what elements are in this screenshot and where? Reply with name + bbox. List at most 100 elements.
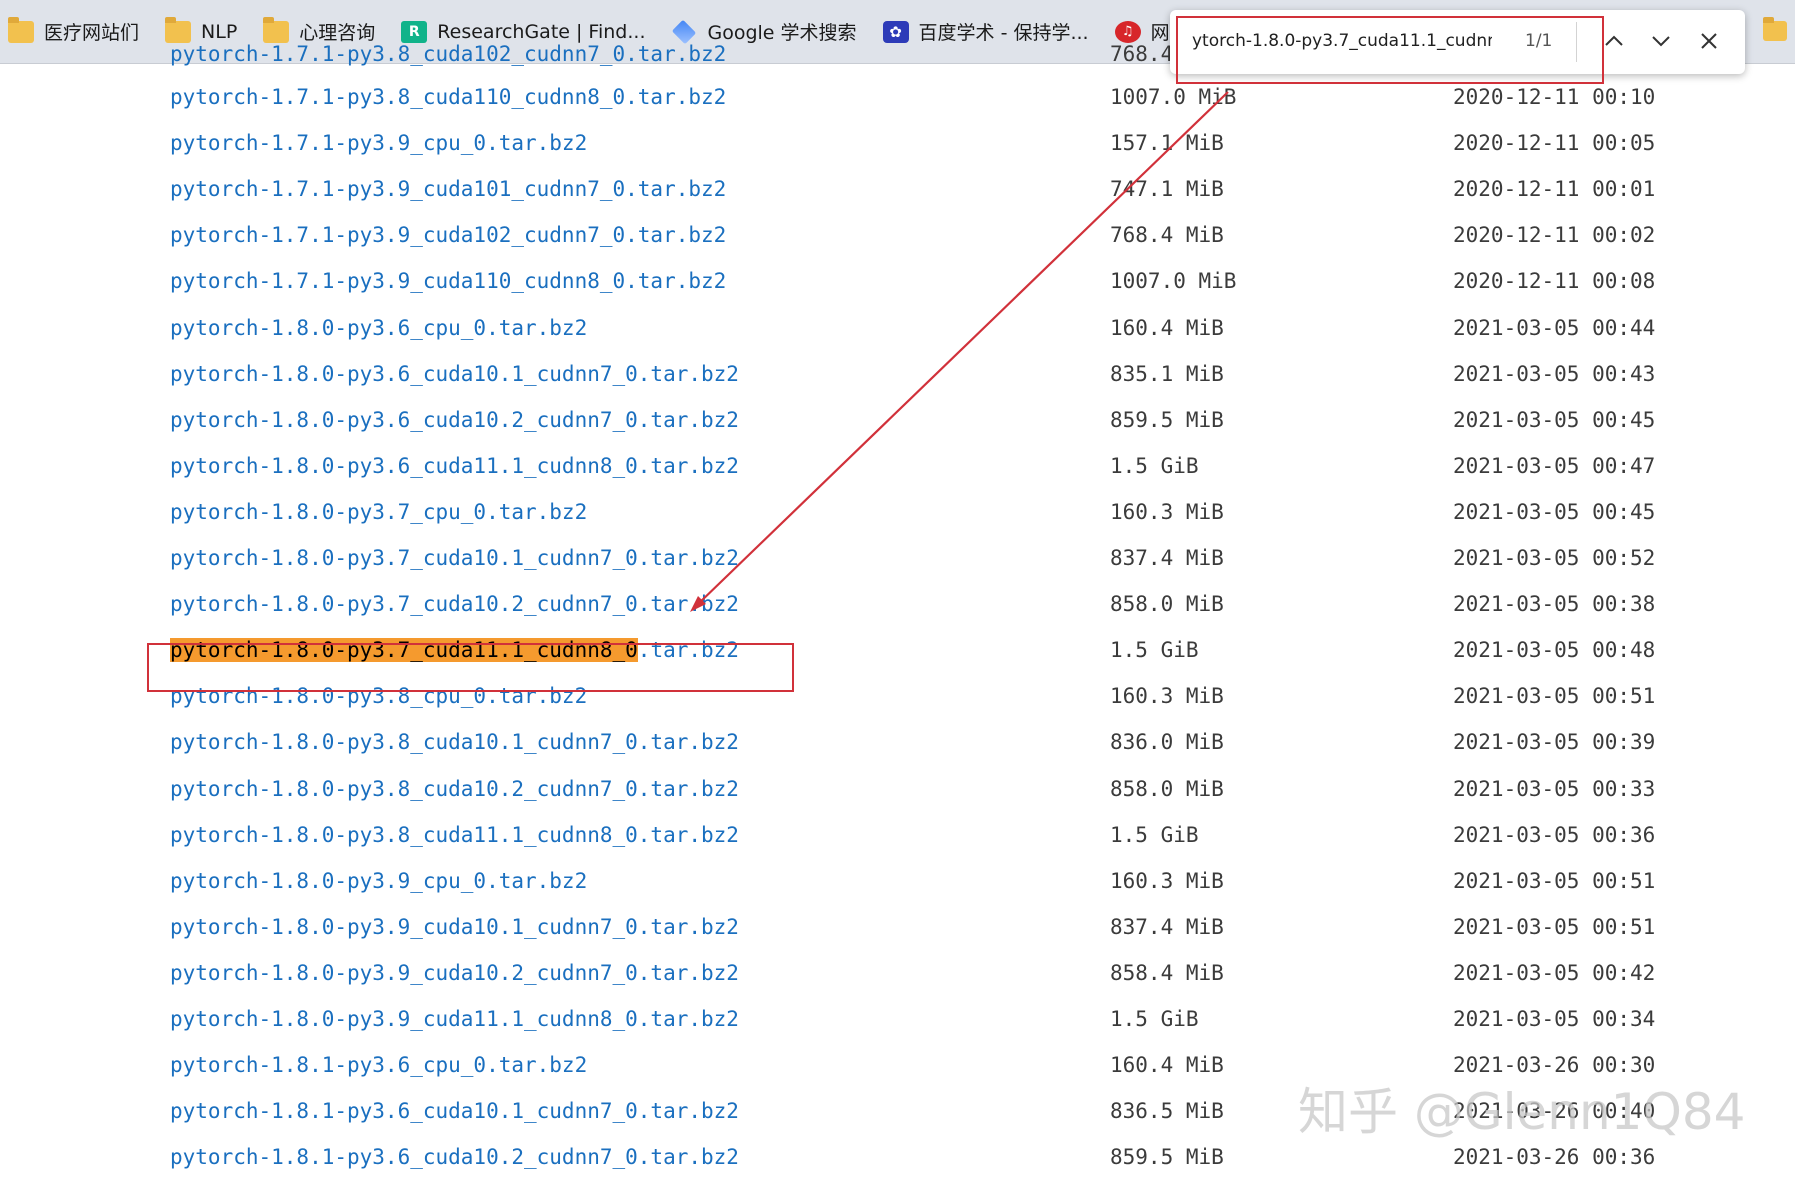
bookmark-counseling[interactable]: 心理咨询 bbox=[263, 18, 375, 45]
file-date: 2021-03-05 00:39 bbox=[1453, 730, 1655, 754]
file-link[interactable]: pytorch-1.8.0-py3.7_cuda10.2_cudnn7_0.ta… bbox=[170, 592, 739, 616]
file-link[interactable]: pytorch-1.7.1-py3.8_cuda102_cudnn7_0.tar… bbox=[170, 42, 726, 66]
file-link[interactable]: pytorch-1.8.0-py3.6_cpu_0.tar.bz2 bbox=[170, 316, 587, 340]
file-link[interactable]: pytorch-1.7.1-py3.9_cuda102_cudnn7_0.tar… bbox=[170, 223, 726, 247]
file-date: 2021-03-05 00:52 bbox=[1453, 546, 1655, 570]
google-scholar-icon bbox=[672, 19, 696, 43]
table-row: pytorch-1.8.0-py3.8_cuda11.1_cudnn8_0.ta… bbox=[0, 823, 1795, 863]
file-date: 2021-03-26 00:36 bbox=[1453, 1145, 1655, 1169]
file-date: 2021-03-05 00:38 bbox=[1453, 592, 1655, 616]
table-row: pytorch-1.8.1-py3.6_cuda10.2_cudnn7_0.ta… bbox=[0, 1145, 1795, 1185]
file-link[interactable]: pytorch-1.8.0-py3.6_cuda11.1_cudnn8_0.ta… bbox=[170, 454, 739, 478]
file-size: 157.1 MiB bbox=[1110, 131, 1224, 155]
file-date: 2021-03-05 00:44 bbox=[1453, 316, 1655, 340]
table-row: pytorch-1.8.0-py3.7_cpu_0.tar.bz2 160.3 M… bbox=[0, 500, 1795, 540]
file-size: 160.4 MiB bbox=[1110, 316, 1224, 340]
table-row: pytorch-1.8.0-py3.8_cuda10.2_cudnn7_0.ta… bbox=[0, 777, 1795, 817]
file-date: 2021-03-05 00:48 bbox=[1453, 638, 1655, 662]
folder-icon bbox=[8, 21, 34, 43]
table-row: pytorch-1.7.1-py3.9_cuda102_cudnn7_0.tar… bbox=[0, 223, 1795, 263]
file-size: 835.1 MiB bbox=[1110, 362, 1224, 386]
table-row: pytorch-1.8.0-py3.6_cuda10.1_cudnn7_0.ta… bbox=[0, 362, 1795, 402]
bookmark-researchgate[interactable]: R ResearchGate | Find... bbox=[401, 21, 645, 43]
file-date: 2021-03-05 00:34 bbox=[1453, 1007, 1655, 1031]
file-link[interactable]: pytorch-1.8.0-py3.7_cpu_0.tar.bz2 bbox=[170, 500, 587, 524]
bookmark-label: NLP bbox=[201, 21, 237, 43]
file-date: 2020-12-11 00:10 bbox=[1453, 85, 1655, 109]
watermark: 知乎 @Glenn1Q84 bbox=[1298, 1072, 1745, 1144]
file-link[interactable]: pytorch-1.8.1-py3.6_cuda10.1_cudnn7_0.ta… bbox=[170, 1099, 739, 1123]
folder-icon bbox=[263, 21, 289, 43]
table-row: pytorch-1.7.1-py3.9_cuda101_cudnn7_0.tar… bbox=[0, 177, 1795, 217]
annotation-box-find-query bbox=[1176, 16, 1604, 84]
file-link[interactable]: pytorch-1.8.1-py3.6_cuda10.2_cudnn7_0.ta… bbox=[170, 1145, 739, 1169]
researchgate-icon: R bbox=[401, 21, 427, 43]
file-size: 747.1 MiB bbox=[1110, 177, 1224, 201]
file-date: 2020-12-11 00:01 bbox=[1453, 177, 1655, 201]
file-date: 2021-03-05 00:51 bbox=[1453, 869, 1655, 893]
file-size: 1.5 GiB bbox=[1110, 454, 1199, 478]
file-date: 2021-03-05 00:36 bbox=[1453, 823, 1655, 847]
annotation-box-target-row bbox=[147, 643, 794, 692]
file-link[interactable]: pytorch-1.8.0-py3.7_cuda10.1_cudnn7_0.ta… bbox=[170, 546, 739, 570]
file-size: 837.4 MiB bbox=[1110, 546, 1224, 570]
file-size: 858.0 MiB bbox=[1110, 592, 1224, 616]
file-size: 836.0 MiB bbox=[1110, 730, 1224, 754]
file-size: 768.4 MiB bbox=[1110, 223, 1224, 247]
close-icon bbox=[1694, 26, 1724, 56]
table-row: pytorch-1.7.1-py3.8_cuda110_cudnn8_0.tar… bbox=[0, 85, 1795, 125]
next-match-button[interactable] bbox=[1646, 26, 1676, 56]
bookmark-label: ResearchGate | Find... bbox=[437, 21, 645, 43]
file-link[interactable]: pytorch-1.8.1-py3.6_cpu_0.tar.bz2 bbox=[170, 1053, 587, 1077]
file-date: 2020-12-11 00:08 bbox=[1453, 269, 1655, 293]
file-size: 1.5 GiB bbox=[1110, 1007, 1199, 1031]
file-link[interactable]: pytorch-1.8.0-py3.9_cuda11.1_cudnn8_0.ta… bbox=[170, 1007, 739, 1031]
file-link[interactable]: pytorch-1.8.0-py3.9_cpu_0.tar.bz2 bbox=[170, 869, 587, 893]
file-size: 160.3 MiB bbox=[1110, 500, 1224, 524]
table-row: pytorch-1.8.0-py3.9_cuda11.1_cudnn8_0.ta… bbox=[0, 1007, 1795, 1047]
file-size: 1.5 GiB bbox=[1110, 823, 1199, 847]
file-link[interactable]: pytorch-1.8.0-py3.8_cuda10.2_cudnn7_0.ta… bbox=[170, 777, 739, 801]
file-size: 858.4 MiB bbox=[1110, 961, 1224, 985]
close-find-button[interactable] bbox=[1694, 26, 1724, 56]
netease-music-icon: ♫ bbox=[1115, 21, 1141, 43]
file-link[interactable]: pytorch-1.7.1-py3.9_cuda101_cudnn7_0.tar… bbox=[170, 177, 726, 201]
file-link[interactable]: pytorch-1.8.0-py3.6_cuda10.1_cudnn7_0.ta… bbox=[170, 362, 739, 386]
file-size: 858.0 MiB bbox=[1110, 777, 1224, 801]
table-row: pytorch-1.8.0-py3.6_cpu_0.tar.bz2 160.4 M… bbox=[0, 316, 1795, 356]
table-row: pytorch-1.8.0-py3.7_cuda10.1_cudnn7_0.ta… bbox=[0, 546, 1795, 586]
file-size: 160.4 MiB bbox=[1110, 1053, 1224, 1077]
bookmark-nlp[interactable]: NLP bbox=[165, 21, 237, 43]
file-size: 1.5 GiB bbox=[1110, 638, 1199, 662]
file-date: 2021-03-05 00:42 bbox=[1453, 961, 1655, 985]
file-date: 2020-12-11 00:05 bbox=[1453, 131, 1655, 155]
other-bookmarks-folder-icon[interactable] bbox=[1763, 21, 1787, 41]
file-date: 2021-03-05 00:33 bbox=[1453, 777, 1655, 801]
file-date: 2021-03-05 00:43 bbox=[1453, 362, 1655, 386]
file-link[interactable]: pytorch-1.7.1-py3.9_cuda110_cudnn8_0.tar… bbox=[170, 269, 726, 293]
table-row: pytorch-1.8.0-py3.8_cuda10.1_cudnn7_0.ta… bbox=[0, 730, 1795, 770]
bookmark-baidu-scholar[interactable]: ✿ 百度学术 - 保持学... bbox=[883, 18, 1089, 45]
file-date: 2021-03-05 00:45 bbox=[1453, 500, 1655, 524]
file-link[interactable]: pytorch-1.8.0-py3.8_cuda10.1_cudnn7_0.ta… bbox=[170, 730, 739, 754]
file-size: 160.3 MiB bbox=[1110, 684, 1224, 708]
table-row: pytorch-1.7.1-py3.9_cpu_0.tar.bz2 157.1 M… bbox=[0, 131, 1795, 171]
file-date: 2021-03-05 00:51 bbox=[1453, 915, 1655, 939]
file-link[interactable]: pytorch-1.8.0-py3.8_cuda11.1_cudnn8_0.ta… bbox=[170, 823, 739, 847]
bookmark-medical-sites[interactable]: 医疗网站们 bbox=[8, 18, 139, 45]
folder-icon bbox=[165, 21, 191, 43]
file-size: 1007.0 MiB bbox=[1110, 85, 1236, 109]
file-size: 837.4 MiB bbox=[1110, 915, 1224, 939]
chevron-down-icon bbox=[1646, 26, 1676, 56]
file-link[interactable]: pytorch-1.7.1-py3.9_cpu_0.tar.bz2 bbox=[170, 131, 587, 155]
table-row: pytorch-1.8.0-py3.6_cuda10.2_cudnn7_0.ta… bbox=[0, 408, 1795, 448]
file-link[interactable]: pytorch-1.7.1-py3.8_cuda110_cudnn8_0.tar… bbox=[170, 85, 726, 109]
file-link[interactable]: pytorch-1.8.0-py3.6_cuda10.2_cudnn7_0.ta… bbox=[170, 408, 739, 432]
file-date: 2020-12-11 00:02 bbox=[1453, 223, 1655, 247]
bookmark-google-scholar[interactable]: Google 学术搜索 bbox=[671, 18, 856, 45]
baidu-icon: ✿ bbox=[883, 21, 909, 43]
file-link[interactable]: pytorch-1.8.0-py3.9_cuda10.1_cudnn7_0.ta… bbox=[170, 915, 739, 939]
table-row: pytorch-1.8.0-py3.9_cuda10.1_cudnn7_0.ta… bbox=[0, 915, 1795, 955]
file-date: 2021-03-05 00:51 bbox=[1453, 684, 1655, 708]
file-link[interactable]: pytorch-1.8.0-py3.9_cuda10.2_cudnn7_0.ta… bbox=[170, 961, 739, 985]
